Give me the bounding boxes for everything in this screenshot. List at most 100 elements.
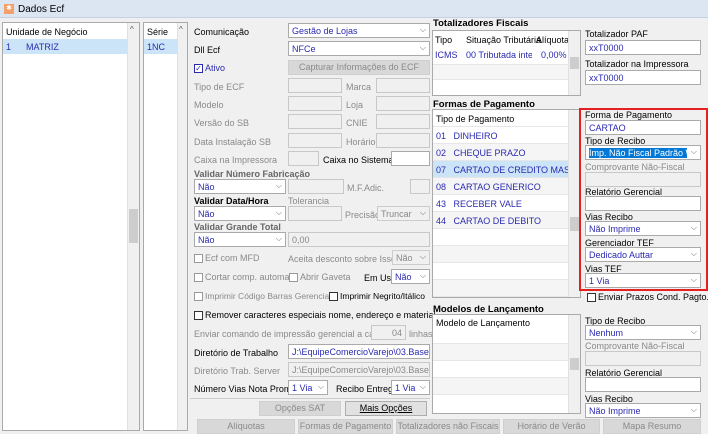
list-item[interactable]: 01 DINHEIRO <box>433 127 568 144</box>
paf-input[interactable]: xxT0000 <box>585 40 701 55</box>
abrir-gaveta-checkbox[interactable]: Abrir Gaveta <box>289 272 351 283</box>
unidade-list[interactable]: Unidade de Negócio 1 MATRIZ ^ <box>2 22 140 431</box>
scroll-thumb[interactable] <box>570 57 579 69</box>
horario-input[interactable] <box>376 133 430 148</box>
scrollbar[interactable]: ^ <box>127 23 139 430</box>
formas-list[interactable]: Tipo de Pagamento 01 DINHEIRO 02 CHEQUE … <box>432 109 581 298</box>
vias-recibo-select[interactable]: Não Imprime ⌵ <box>585 221 701 236</box>
caixa-impressora-input[interactable] <box>288 151 319 166</box>
list-item[interactable]: 1NC <box>144 39 177 54</box>
imprimir-negrito-checkbox[interactable]: Imprimir Negrito/Itálico <box>329 291 425 302</box>
mais-opcoes-button[interactable]: Mais Opções <box>345 401 427 416</box>
chevron-down-icon: ⌵ <box>419 25 426 34</box>
comprovante-input[interactable] <box>585 172 701 187</box>
scroll-thumb[interactable] <box>570 217 579 231</box>
enviar-cmd-label: Enviar comando de impressão gerencial a … <box>194 329 385 339</box>
scrollbar[interactable]: ^ <box>177 23 187 430</box>
modelos-list[interactable]: Modelo de Lançamento <box>432 314 581 414</box>
tolerancia-input[interactable] <box>288 206 342 221</box>
tab-mapa-resumo[interactable]: Mapa Resumo <box>603 419 701 434</box>
unidade-name: MATRIZ <box>26 42 59 52</box>
dll-select[interactable]: NFCe ⌵ <box>288 41 430 56</box>
tab-horario-verao[interactable]: Horário de Verão <box>503 419 600 434</box>
chevron-down-icon: ⌵ <box>275 181 282 190</box>
enviar-prazos-checkbox[interactable]: Enviar Prazos Cond. Pagto. <box>587 292 708 303</box>
list-item[interactable]: 44 CARTAO DE DEBITO <box>433 212 568 229</box>
scrollbar[interactable] <box>568 315 580 413</box>
serie-value: 1NC <box>147 42 166 52</box>
num-vias-select[interactable]: 1 Via ⌵ <box>288 380 328 395</box>
forma-input[interactable]: CARTAO <box>585 120 701 135</box>
comunicacao-select[interactable]: Gestão de Lojas ⌵ <box>288 23 430 38</box>
versao-sb-input[interactable] <box>288 114 342 129</box>
enviar-prazos-label: Enviar Prazos Cond. Pagto. <box>598 292 708 302</box>
enviar-cmd-value: 04 <box>391 328 402 338</box>
totalizadores-grid[interactable]: Tipo Situação Tributária Alíquota ICMS 0… <box>432 30 581 96</box>
dir-trabalho-input[interactable]: J:\EquipeComercioVarejo\03.Bases\Lojas <box>288 344 430 359</box>
tab-aliquotas[interactable]: Alíquotas <box>197 419 295 434</box>
imprimir-cb-checkbox[interactable]: Imprimir Código Barras Gerenciais <box>194 291 335 302</box>
chevron-down-icon: ⌵ <box>419 382 426 391</box>
scroll-thumb[interactable] <box>570 358 579 370</box>
list-item[interactable]: 02 CHEQUE PRAZO <box>433 144 568 161</box>
tab-totalizadores-nao-fiscais[interactable]: Totalizadores não Fiscais <box>396 419 500 434</box>
list-item[interactable]: 1 MATRIZ <box>3 39 128 54</box>
scroll-up-icon[interactable]: ^ <box>130 25 134 34</box>
validar-gt-select[interactable]: Não ⌵ <box>194 232 286 247</box>
list-item[interactable]: 43 RECEBER VALE <box>433 195 568 212</box>
dir-server-input[interactable]: J:\EquipeComercioVarejo\03.Bases\Lojas <box>288 362 430 377</box>
opcoes-sat-button[interactable]: Opções SAT <box>259 401 341 416</box>
modelo-tipo-recibo-select[interactable]: Nenhum ⌵ <box>585 325 701 340</box>
modelo-relatorio-input[interactable] <box>585 377 701 392</box>
list-item-selected[interactable]: 07 CARTAO DE CREDITO MASTERCARD <box>433 161 568 178</box>
validar-data-value: Não <box>198 209 215 219</box>
grande-total-input[interactable]: 0,00 <box>288 232 430 247</box>
cnie-input[interactable] <box>376 114 430 129</box>
ativo-checkbox[interactable]: ✓ Ativo <box>194 63 225 74</box>
loja-input[interactable] <box>376 96 430 111</box>
enviar-cmd-input[interactable]: 04 <box>371 325 406 340</box>
validar-data-select[interactable]: Não ⌵ <box>194 206 286 221</box>
scrollbar[interactable] <box>568 31 580 95</box>
recibo-entrega-label: Recibo Entrega <box>336 384 399 394</box>
vias-recibo-value: Não Imprime <box>589 224 641 234</box>
data-inst-input[interactable] <box>288 133 342 148</box>
remover-checkbox[interactable]: Remover caracteres especiais nome, ender… <box>194 310 436 321</box>
scroll-thumb[interactable] <box>129 209 138 243</box>
modelo-comprovante-input[interactable] <box>585 351 701 366</box>
aceita-desc-label: Aceita desconto sobre Issqn <box>288 254 402 264</box>
aceita-desc-select[interactable]: Não ⌵ <box>392 250 430 265</box>
dir-server-label: Diretório Trab. Server <box>194 366 281 376</box>
list-item[interactable]: 08 CARTAO GENERICO <box>433 178 568 195</box>
tipo-ecf-input[interactable] <box>288 78 342 93</box>
modelo-vias-recibo-select[interactable]: Não Imprime ⌵ <box>585 403 701 418</box>
remover-label: Remover caracteres especiais nome, ender… <box>205 310 436 320</box>
vias-tef-value: 1 Via <box>589 276 610 286</box>
scroll-up-icon[interactable]: ^ <box>179 25 183 34</box>
marca-input[interactable] <box>376 78 430 93</box>
unidade-header: Unidade de Negócio <box>6 27 88 37</box>
chevron-down-icon: ⌵ <box>419 43 426 52</box>
tab-formas-pagamento[interactable]: Formas de Pagamento <box>298 419 393 434</box>
tipo-recibo-select[interactable]: Imp. Não Fiscal Padrão Windows⌵ <box>585 145 701 160</box>
modelo-input[interactable] <box>288 96 342 111</box>
impressora-input[interactable]: xxT0000 <box>585 70 701 85</box>
relatorio-input[interactable] <box>585 196 701 211</box>
validar-fab-select[interactable]: Não ⌵ <box>194 179 286 194</box>
fabricacao-input[interactable] <box>288 179 344 194</box>
serie-list[interactable]: Série 1NC ^ <box>143 22 188 431</box>
ecf-mfd-checkbox[interactable]: Ecf com MFD <box>194 253 260 264</box>
comunicacao-label: Comunicação <box>194 27 250 37</box>
precisao-label: Precisão <box>345 210 381 220</box>
recibo-entrega-select[interactable]: 1 Via ⌵ <box>391 380 430 395</box>
vias-tef-select[interactable]: 1 Via ⌵ <box>585 273 701 288</box>
cortar-checkbox[interactable]: Cortar comp. automat. <box>194 272 295 283</box>
totalizadores-title: Totalizadores Fiscais <box>433 18 529 29</box>
caixa-sistema-input[interactable] <box>391 151 430 166</box>
gerenciador-select[interactable]: Dedicado Auttar ⌵ <box>585 247 701 262</box>
chevron-down-icon: ⌵ <box>275 208 282 217</box>
mf-adic-input[interactable] <box>410 179 430 194</box>
em-uso-select[interactable]: Não ⌵ <box>391 269 430 284</box>
capturar-button[interactable]: Capturar Informações do ECF <box>288 60 430 75</box>
precisao-select[interactable]: Truncar ⌵ <box>377 206 430 221</box>
